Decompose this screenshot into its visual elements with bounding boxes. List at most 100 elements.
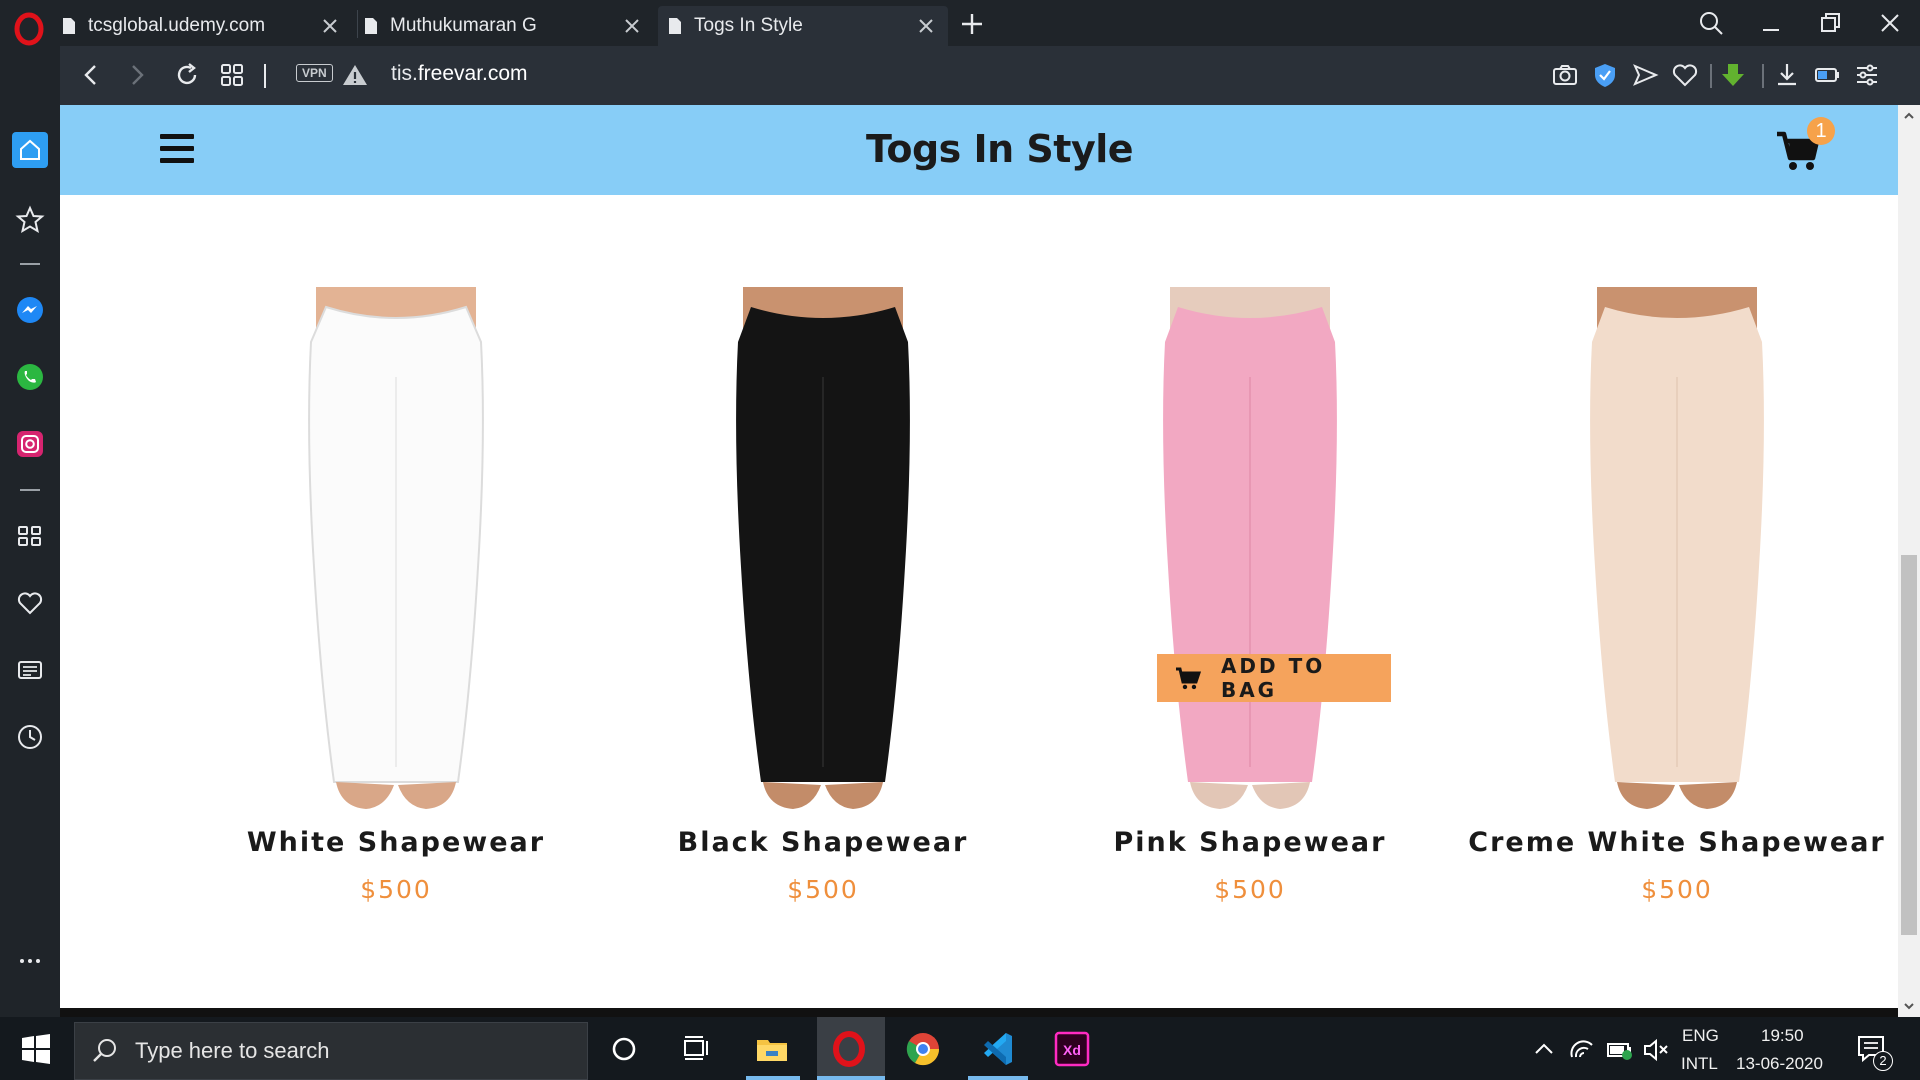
url-prefix: tis. [391,62,418,85]
vpn-badge[interactable]: VPN [296,64,333,82]
sidebar-divider [20,263,40,265]
close-window-icon[interactable] [1875,8,1905,38]
clock-date[interactable]: 13-06-2020 [1736,1054,1823,1074]
close-tab-icon[interactable] [622,16,642,36]
vscode-icon[interactable] [978,1029,1018,1069]
warning-triangle-icon[interactable] [340,60,370,90]
toolbar-divider [264,64,266,88]
tab-title: tcsglobal.udemy.com [88,15,266,36]
search-tabs-icon[interactable] [1696,8,1726,38]
tab-title: Togs In Style [694,15,803,36]
battery-saver-icon[interactable] [1812,60,1842,90]
svg-text:Xd: Xd [1063,1042,1081,1058]
product-card-black[interactable]: Black Shapewear $500 [613,287,1033,937]
speed-dial-grid-icon[interactable] [217,60,247,90]
restore-window-icon[interactable] [1815,8,1845,38]
windows-start-icon[interactable] [16,1029,56,1069]
opera-logo-icon[interactable] [10,9,50,49]
opera-browser-icon[interactable] [829,1029,869,1069]
task-view-icon[interactable] [676,1029,716,1069]
messenger-icon[interactable] [13,293,47,327]
heart-bookmark-icon[interactable] [1670,60,1700,90]
scrollbar-thumb[interactable] [1901,555,1917,935]
bookmarks-star-icon[interactable] [13,203,47,237]
close-tab-icon[interactable] [320,16,340,36]
product-price: $500 [360,875,432,904]
chrome-icon[interactable] [903,1029,943,1069]
product-name[interactable]: Creme White Shapewear [1467,827,1887,858]
product-name[interactable]: White Shapewear [186,827,606,858]
add-to-bag-button[interactable]: ADD TO BAG [1157,654,1391,702]
url-domain: freevar.com [417,62,528,85]
send-flow-icon[interactable] [1630,60,1660,90]
more-options-icon[interactable] [13,944,47,978]
product-card-creme[interactable]: Creme White Shapewear $500 [1467,287,1887,937]
notification-count-badge: 2 [1873,1051,1893,1071]
product-image-creme-white-shapewear[interactable] [1467,287,1887,817]
keyboard-layout-indicator[interactable]: INTL [1681,1054,1718,1074]
opera-active-indicator [817,1076,885,1080]
easy-setup-icon[interactable] [1852,60,1882,90]
document-icon [63,18,75,34]
taskbar-search-box[interactable]: Type here to search [74,1022,588,1080]
new-tab-plus-icon[interactable] [958,10,986,38]
explorer-active-indicator [746,1076,800,1080]
wifi-icon[interactable] [1566,1029,1598,1069]
language-indicator[interactable]: ENG [1682,1026,1719,1046]
document-icon [669,18,681,34]
product-image-white-shapewear[interactable] [186,287,606,817]
vscode-active-indicator [968,1076,1028,1080]
tab-togs-in-style[interactable]: Togs In Style [658,6,948,46]
battery-charging-icon[interactable] [1604,1029,1636,1069]
url-field[interactable]: tis.freevar.com [391,62,528,86]
close-tab-icon[interactable] [916,16,936,36]
page-footer-edge [60,1008,1898,1017]
product-price: $500 [1214,875,1286,904]
product-name[interactable]: Pink Shapewear [1040,827,1460,858]
search-placeholder: Type here to search [135,1038,330,1063]
product-image-pink-shapewear[interactable] [1040,287,1460,817]
tab-udemy[interactable]: tcsglobal.udemy.com [62,6,352,46]
scroll-down-arrow-icon[interactable] [1902,999,1916,1013]
cortana-circle-icon[interactable] [604,1029,644,1069]
whatsapp-icon[interactable] [13,360,47,394]
history-clock-icon[interactable] [13,720,47,754]
instagram-icon[interactable] [13,427,47,461]
adobe-xd-icon[interactable]: Xd [1052,1029,1092,1069]
product-card-pink[interactable]: Pink Shapewear $500 [1040,287,1460,937]
my-flow-heart-icon[interactable] [13,586,47,620]
document-icon [365,18,377,34]
opera-sidebar [0,46,60,1017]
toolbar-divider [1710,64,1712,88]
volume-muted-icon[interactable] [1640,1029,1672,1069]
adblock-shield-icon[interactable] [1590,60,1620,90]
speed-dial-grid-icon[interactable] [13,519,47,553]
add-to-bag-label: ADD TO BAG [1220,654,1326,702]
show-hidden-icons-chevron-icon[interactable] [1528,1029,1560,1069]
search-icon [93,1039,116,1062]
file-explorer-icon[interactable] [752,1029,792,1069]
snapshot-camera-icon[interactable] [1550,60,1580,90]
site-header: Togs In Style 1 [60,105,1898,195]
news-icon[interactable] [13,653,47,687]
back-arrow-icon[interactable] [76,60,106,90]
clock-time[interactable]: 19:50 [1761,1026,1804,1046]
green-download-extension-icon[interactable] [1718,60,1748,90]
minimize-icon[interactable] [1756,8,1786,38]
scroll-up-arrow-icon[interactable] [1902,109,1916,123]
cart-icon [1175,667,1201,690]
product-card-white[interactable]: White Shapewear $500 [186,287,606,937]
downloads-icon[interactable] [1772,60,1802,90]
tab-muthukumaran[interactable]: Muthukumaran G [364,6,654,46]
reload-icon[interactable] [172,60,202,90]
cart-count-badge: 1 [1807,117,1835,145]
forward-arrow-icon[interactable] [122,60,152,90]
product-image-black-shapewear[interactable] [613,287,1033,817]
browser-tab-bar: tcsglobal.udemy.com Muthukumaran G Togs … [0,0,1920,46]
tab-divider [357,10,358,38]
home-button[interactable] [12,132,48,168]
address-toolbar: VPN tis.freevar.com [60,46,1920,105]
tab-title: Muthukumaran G [390,15,537,36]
product-price: $500 [1641,875,1713,904]
product-name[interactable]: Black Shapewear [613,827,1033,858]
